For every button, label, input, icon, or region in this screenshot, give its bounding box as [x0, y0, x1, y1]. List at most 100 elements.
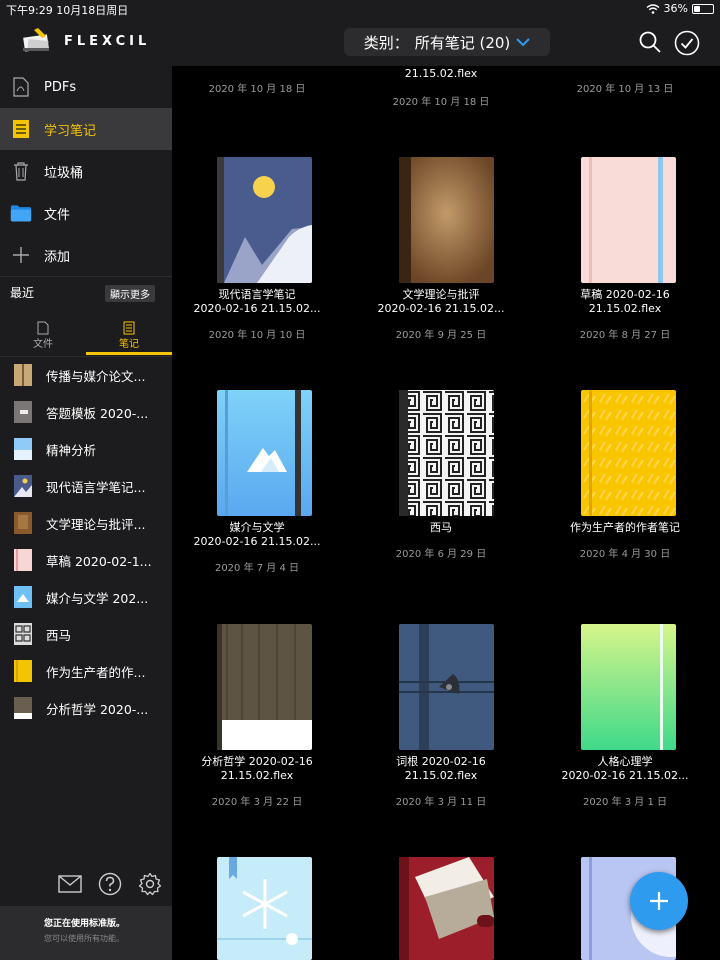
nav-trash[interactable]: 垃圾桶	[0, 150, 172, 192]
battery-percent: 36%	[663, 2, 688, 15]
note-thumbnail	[14, 660, 32, 682]
recent-note-item[interactable]: 传播与媒介论文...	[0, 357, 172, 393]
recent-note-label: 西马	[46, 627, 72, 643]
recent-note-label: 分析哲学 2020-...	[46, 701, 149, 717]
select-check-icon[interactable]	[674, 30, 700, 56]
note-card[interactable]: 文学理论与批评 2020-02-16 21.15.02... 2020 年 9 月…	[361, 157, 521, 357]
note-cover	[217, 157, 312, 283]
mail-icon[interactable]	[58, 875, 82, 893]
recent-note-label: 作为生产者的作...	[46, 664, 146, 680]
note-cover	[399, 390, 494, 516]
recent-note-item[interactable]: 作为生产者的作...	[0, 653, 172, 689]
app-name: FLEXCIL	[64, 33, 151, 49]
note-cover	[581, 157, 676, 283]
note-card[interactable]: 草稿 2020-02-16 21.15.02.flex 2020 年 8 月 27…	[545, 157, 705, 357]
recent-tabs: 文件 笔记	[0, 314, 172, 356]
recent-note-item[interactable]: 草稿 2020-02-1...	[0, 542, 172, 578]
note-date: 2020 年 7 月 4 日	[214, 563, 300, 574]
top-bar: 类别： 所有笔记 (20)	[172, 18, 720, 66]
add-note-fab[interactable]	[630, 872, 688, 930]
search-icon[interactable]	[638, 30, 662, 54]
recent-note-item[interactable]: 答题模板 2020-...	[0, 394, 172, 430]
note-card[interactable]	[361, 857, 521, 960]
note-thumbnail	[14, 438, 32, 460]
note-cover	[581, 624, 676, 750]
tab-label: 笔记	[119, 338, 139, 350]
note-thumbnail	[14, 401, 32, 423]
mountain-cover-icon	[217, 157, 312, 283]
nav-pdfs[interactable]: PDFs	[0, 66, 172, 108]
note-cover	[399, 624, 494, 750]
flexcil-logo-icon	[23, 28, 49, 52]
nav-label: PDFs	[44, 79, 77, 95]
note-title: 词根 2020-02-16 21.15.02.flex	[396, 755, 486, 782]
note-card[interactable]: 现代语言学笔记 2020-02-16 21.15.02... 2020 年 10 …	[177, 157, 337, 357]
notebook-small-icon	[123, 321, 135, 334]
status-right: 36%	[646, 2, 714, 15]
recent-heading: 最近	[10, 286, 35, 300]
note-date: 2020 年 10 月 18 日	[208, 84, 306, 95]
recent-note-item[interactable]: 分析哲学 2020-...	[0, 690, 172, 726]
recent-note-item[interactable]: 西马	[0, 616, 172, 652]
leather-cover-icon	[399, 157, 494, 283]
show-more-button[interactable]: 顯示更多	[105, 285, 155, 302]
recent-note-item[interactable]: 现代语言学笔记...	[0, 468, 172, 504]
note-thumbnail	[14, 586, 32, 608]
note-date: 2020 年 3 月 11 日	[395, 797, 487, 808]
nav-label: 文件	[44, 207, 71, 223]
nav-add[interactable]: 添加	[0, 234, 172, 276]
notes-grid: 2020 年 10 月 18 日 21.15.02.flex 2020 年 10…	[172, 66, 720, 960]
note-title: 西马	[430, 521, 452, 534]
note-card[interactable]: 媒介与文学 2020-02-16 21.15.02... 2020 年 7 月 4…	[177, 390, 337, 590]
note-title: 媒介与文学 2020-02-16 21.15.02...	[193, 521, 321, 548]
tab-notes[interactable]: 笔记	[86, 314, 172, 356]
divider	[0, 276, 172, 277]
recent-note-label: 文学理论与批评...	[46, 516, 146, 532]
nav-study-notes[interactable]: 学习笔记	[0, 108, 172, 150]
note-thumbnail	[14, 475, 32, 497]
recent-note-item[interactable]: 文学理论与批评...	[0, 505, 172, 541]
note-title: 21.15.02.flex	[404, 67, 478, 80]
wifi-icon	[646, 3, 659, 14]
note-date: 2020 年 3 月 1 日	[582, 797, 668, 808]
recent-note-label: 现代语言学笔记...	[46, 479, 146, 495]
note-thumbnail	[14, 364, 32, 386]
note-card[interactable]	[177, 857, 337, 960]
note-cover	[581, 390, 676, 516]
note-title: 文学理论与批评 2020-02-16 21.15.02...	[377, 288, 505, 315]
category-dropdown[interactable]: 类别： 所有笔记 (20)	[344, 28, 550, 56]
red-envelope-cover-icon	[399, 857, 494, 960]
battery-icon	[692, 3, 714, 14]
sidebar: FLEXCIL PDFs 学习笔记 垃圾桶 文件 添加 最近 顯示更多 文件 笔…	[0, 18, 172, 960]
note-card[interactable]: 人格心理学 2020-02-16 21.15.02... 2020 年 3 月 1…	[545, 624, 705, 824]
settings-gear-icon[interactable]	[138, 872, 162, 896]
note-cover	[217, 857, 312, 960]
recent-note-item[interactable]: 媒介与文学 202...	[0, 579, 172, 615]
note-card[interactable]: 分析哲学 2020-02-16 21.15.02.flex 2020 年 3 月 …	[177, 624, 337, 824]
note-title: 人格心理学 2020-02-16 21.15.02...	[561, 755, 689, 782]
nav-files[interactable]: 文件	[0, 192, 172, 234]
note-card[interactable]: 2020 年 10 月 13 日	[545, 66, 705, 106]
plan-subtitle: 您可以使用所有功能。	[44, 934, 124, 943]
wood-cover-icon	[217, 624, 312, 750]
tab-files[interactable]: 文件	[0, 314, 86, 356]
note-card[interactable]: 2020 年 10 月 18 日	[177, 66, 337, 106]
note-card[interactable]: 西马 2020 年 6 月 29 日	[361, 390, 521, 590]
note-date: 2020 年 3 月 22 日	[211, 797, 303, 808]
note-card[interactable]: 21.15.02.flex 2020 年 10 月 18 日	[361, 66, 521, 108]
note-card[interactable]: 作为生产者的作者笔记 2020 年 4 月 30 日	[545, 390, 705, 590]
note-date: 2020 年 10 月 10 日	[208, 330, 306, 341]
recent-note-label: 媒介与文学 202...	[46, 590, 149, 606]
recent-note-item[interactable]: 精神分析	[0, 431, 172, 467]
pdf-icon	[10, 76, 32, 98]
note-card[interactable]: 词根 2020-02-16 21.15.02.flex 2020 年 3 月 11…	[361, 624, 521, 824]
help-icon[interactable]	[98, 872, 122, 896]
note-cover	[399, 857, 494, 960]
category-value: 所有笔记 (20)	[414, 33, 511, 52]
recent-note-label: 答题模板 2020-...	[46, 405, 149, 421]
blue-mountain-cover-icon	[217, 390, 312, 516]
trash-icon	[10, 160, 32, 182]
green-gradient-cover-icon	[581, 624, 676, 750]
note-cover	[217, 390, 312, 516]
tab-label: 文件	[33, 338, 53, 350]
